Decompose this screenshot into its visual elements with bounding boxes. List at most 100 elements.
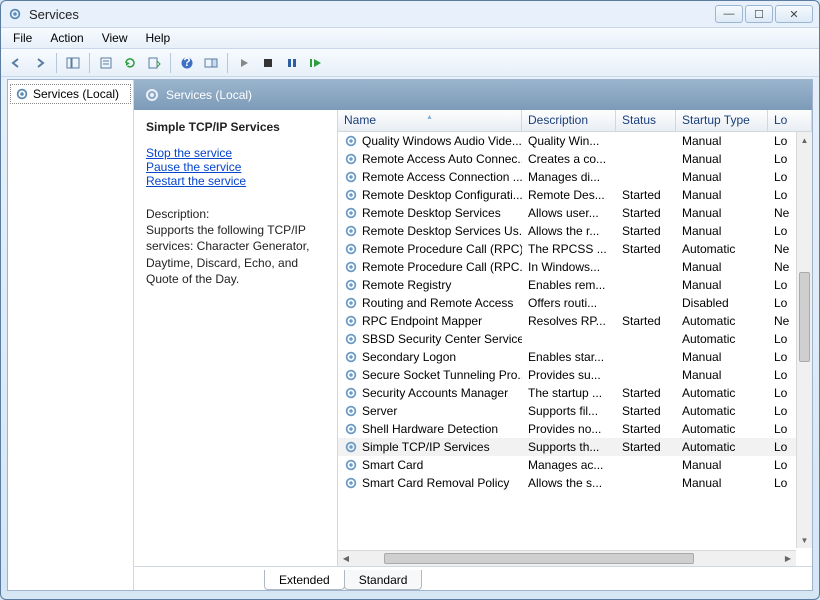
menu-help[interactable]: Help xyxy=(138,29,179,47)
export-list-button[interactable] xyxy=(143,52,165,74)
stop-link[interactable]: Stop xyxy=(146,146,171,160)
description-body: Supports the following TCP/IP services: … xyxy=(146,222,325,287)
scroll-up-icon[interactable]: ▲ xyxy=(797,132,812,148)
service-row[interactable]: Smart CardManages ac...ManualLo xyxy=(338,456,812,474)
service-row[interactable]: Quality Windows Audio Vide...Quality Win… xyxy=(338,132,812,150)
close-button[interactable]: ✕ xyxy=(775,5,813,23)
service-row[interactable]: Secondary LogonEnables star...ManualLo xyxy=(338,348,812,366)
restart-service-button[interactable] xyxy=(305,52,327,74)
properties-button[interactable] xyxy=(95,52,117,74)
service-name: Remote Access Connection ... xyxy=(362,170,522,184)
stop-service-button[interactable] xyxy=(257,52,279,74)
service-row[interactable]: Remote Procedure Call (RPC)The RPCSS ...… xyxy=(338,240,812,258)
service-desc: Provides su... xyxy=(522,368,616,382)
scroll-thumb[interactable] xyxy=(799,272,810,362)
titlebar[interactable]: Services — ☐ ✕ xyxy=(1,1,819,27)
service-row[interactable]: Remote Procedure Call (RPC...In Windows.… xyxy=(338,258,812,276)
service-row[interactable]: SBSD Security Center ServiceAutomaticLo xyxy=(338,330,812,348)
gear-icon xyxy=(344,224,358,238)
service-row[interactable]: Routing and Remote AccessOffers routi...… xyxy=(338,294,812,312)
description-panel: Simple TCP/IP Services Stop the service … xyxy=(134,110,338,566)
minimize-button[interactable]: — xyxy=(715,5,743,23)
service-row[interactable]: Secure Socket Tunneling Pro...Provides s… xyxy=(338,366,812,384)
menu-file[interactable]: File xyxy=(5,29,40,47)
menu-view[interactable]: View xyxy=(94,29,136,47)
start-service-button[interactable] xyxy=(233,52,255,74)
service-startup: Manual xyxy=(676,260,768,274)
toolbar-sep xyxy=(227,53,228,73)
service-startup: Manual xyxy=(676,152,768,166)
result-pane: Services (Local) Simple TCP/IP Services … xyxy=(134,80,812,590)
back-button[interactable] xyxy=(5,52,27,74)
vertical-scrollbar[interactable]: ▲ ▼ xyxy=(796,132,812,548)
hscroll-thumb[interactable] xyxy=(384,553,694,564)
service-row[interactable]: Smart Card Removal PolicyAllows the s...… xyxy=(338,474,812,492)
scroll-down-icon[interactable]: ▼ xyxy=(797,532,812,548)
service-row[interactable]: Simple TCP/IP ServicesSupports th...Star… xyxy=(338,438,812,456)
service-name: Simple TCP/IP Services xyxy=(362,440,490,454)
service-row[interactable]: ServerSupports fil...StartedAutomaticLo xyxy=(338,402,812,420)
restart-link[interactable]: Restart xyxy=(146,174,185,188)
scroll-left-icon[interactable]: ◀ xyxy=(338,554,354,563)
service-startup: Manual xyxy=(676,170,768,184)
help-button[interactable]: ? xyxy=(176,52,198,74)
horizontal-scrollbar[interactable]: ◀ ▶ xyxy=(338,550,796,566)
list-body[interactable]: Quality Windows Audio Vide...Quality Win… xyxy=(338,132,812,566)
console-tree[interactable]: Services (Local) xyxy=(8,80,134,590)
service-row[interactable]: Remote Access Connection ...Manages di..… xyxy=(338,168,812,186)
service-row[interactable]: Remote RegistryEnables rem...ManualLo xyxy=(338,276,812,294)
service-startup: Automatic xyxy=(676,422,768,436)
service-desc: In Windows... xyxy=(522,260,616,274)
action-pane-button[interactable] xyxy=(200,52,222,74)
gear-icon xyxy=(344,476,358,490)
menubar: File Action View Help xyxy=(1,27,819,49)
gear-icon xyxy=(344,422,358,436)
tab-extended[interactable]: Extended xyxy=(264,570,345,590)
col-status[interactable]: Status xyxy=(616,110,676,131)
service-row[interactable]: Remote Desktop ServicesAllows user...Sta… xyxy=(338,204,812,222)
view-tabs: Extended Standard xyxy=(134,566,812,590)
service-status: Started xyxy=(616,440,676,454)
col-description[interactable]: Description xyxy=(522,110,616,131)
service-row[interactable]: RPC Endpoint MapperResolves RP...Started… xyxy=(338,312,812,330)
tab-standard[interactable]: Standard xyxy=(344,570,423,590)
service-name: Security Accounts Manager xyxy=(362,386,508,400)
gear-icon xyxy=(144,87,160,103)
service-desc: Creates a co... xyxy=(522,152,616,166)
forward-button[interactable] xyxy=(29,52,51,74)
service-desc: Allows user... xyxy=(522,206,616,220)
maximize-button[interactable]: ☐ xyxy=(745,5,773,23)
toolbar-sep xyxy=(89,53,90,73)
pause-link[interactable]: Pause xyxy=(146,160,180,174)
service-row[interactable]: Remote Desktop Services Us...Allows the … xyxy=(338,222,812,240)
service-row[interactable]: Remote Access Auto Connec...Creates a co… xyxy=(338,150,812,168)
service-startup: Manual xyxy=(676,224,768,238)
service-name: Remote Desktop Services Us... xyxy=(362,224,522,238)
gear-icon xyxy=(344,458,358,472)
gear-icon xyxy=(15,87,29,101)
col-name[interactable]: Name xyxy=(338,110,522,131)
refresh-button[interactable] xyxy=(119,52,141,74)
selected-service-name: Simple TCP/IP Services xyxy=(146,120,325,134)
pause-service-button[interactable] xyxy=(281,52,303,74)
service-startup: Automatic xyxy=(676,440,768,454)
scroll-right-icon[interactable]: ▶ xyxy=(780,554,796,563)
service-startup: Manual xyxy=(676,188,768,202)
gear-icon xyxy=(344,386,358,400)
window-controls: — ☐ ✕ xyxy=(715,5,813,23)
service-desc: Supports fil... xyxy=(522,404,616,418)
service-desc: The RPCSS ... xyxy=(522,242,616,256)
col-startup[interactable]: Startup Type xyxy=(676,110,768,131)
service-name: RPC Endpoint Mapper xyxy=(362,314,482,328)
service-desc: The startup ... xyxy=(522,386,616,400)
tree-services-local[interactable]: Services (Local) xyxy=(10,84,131,104)
service-startup: Automatic xyxy=(676,404,768,418)
services-app-icon xyxy=(7,6,23,22)
show-hide-tree-button[interactable] xyxy=(62,52,84,74)
service-row[interactable]: Remote Desktop Configurati...Remote Des.… xyxy=(338,186,812,204)
service-row[interactable]: Security Accounts Manager The startup ...… xyxy=(338,384,812,402)
menu-action[interactable]: Action xyxy=(42,29,91,47)
col-logon[interactable]: Lo xyxy=(768,110,812,131)
service-row[interactable]: Shell Hardware DetectionProvides no...St… xyxy=(338,420,812,438)
service-status: Started xyxy=(616,206,676,220)
